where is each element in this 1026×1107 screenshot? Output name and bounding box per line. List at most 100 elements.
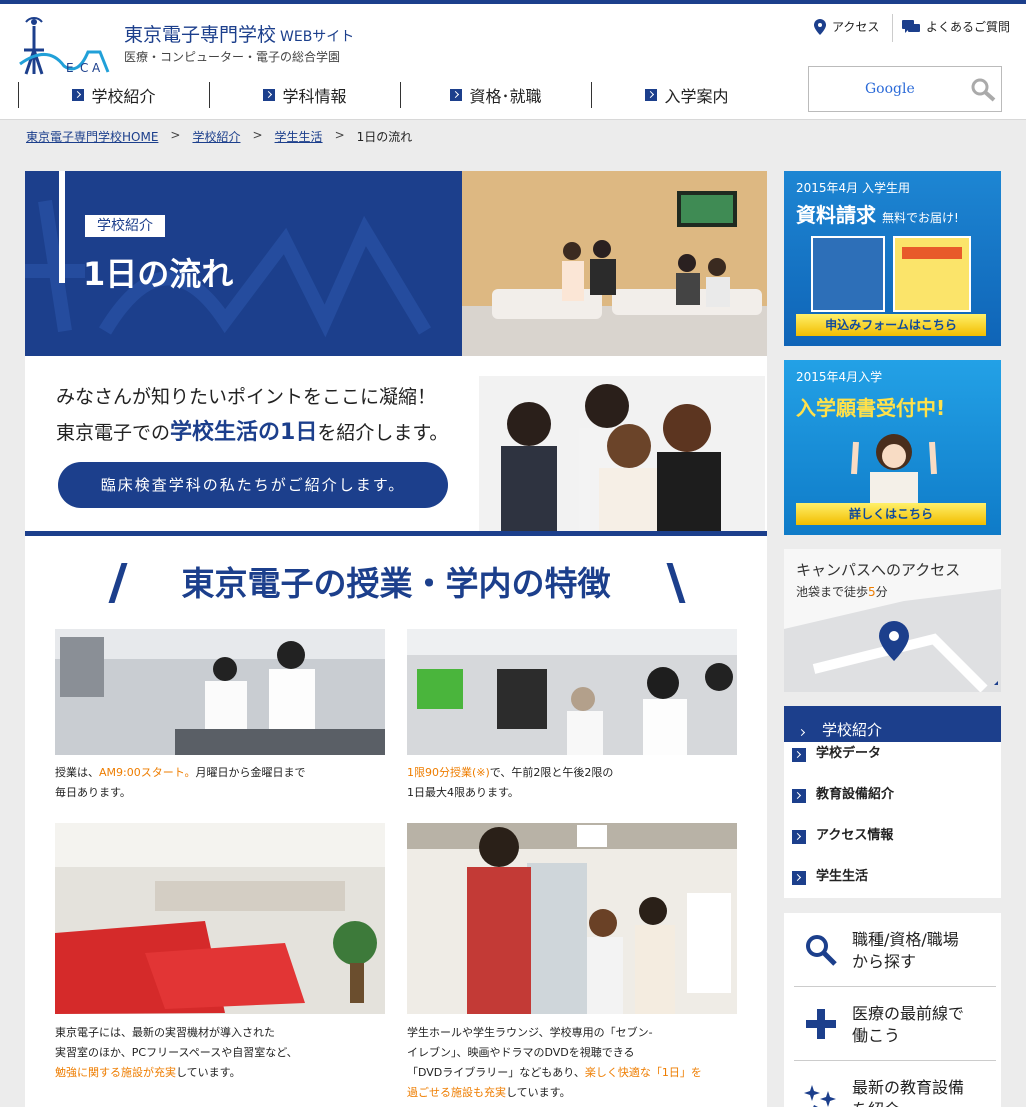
campus-access-card[interactable]: キャンパスへのアクセス 池袋まで徒歩5分 — [784, 549, 1001, 692]
access-link[interactable]: アクセス — [814, 18, 879, 35]
subnav-item-school-data[interactable]: 学校データ — [784, 746, 1001, 786]
caption-line: 過ごせる施設も充実しています。 — [407, 1083, 737, 1103]
subnav-arrow-icon — [796, 726, 810, 740]
quick-link-label: 職種/資格/職場 から探す — [852, 929, 959, 973]
nav-item-admission[interactable]: 入学案内 — [591, 82, 782, 108]
caption-line: 「DVDライブラリー」などもあり、楽しく快適な「1日」を — [407, 1063, 737, 1083]
quick-link-label: 最新の教育設備を紹介 — [852, 1077, 964, 1107]
svg-text:C: C — [80, 61, 88, 75]
subnav-arrow-icon — [792, 789, 806, 803]
campus-sub-num: 5 — [868, 585, 876, 599]
nav-item-school[interactable]: 学校紹介 — [18, 82, 209, 108]
site-tagline: 医療・コンピューター・電子の総合学園 — [124, 50, 341, 64]
search-icon — [806, 935, 837, 966]
brochure-form-button[interactable]: 申込みフォームはこちら — [796, 314, 986, 336]
caption-line: 1限90分授業(※)で、午前2限と午後2限の — [407, 763, 737, 783]
page-title: 1日の流れ — [83, 255, 234, 293]
caption-text: しています。 — [176, 1066, 241, 1079]
quick-link-line: 働こう — [852, 1026, 901, 1045]
breadcrumb-home[interactable]: 東京電子専門学校HOME — [26, 128, 158, 145]
campus-sub-post: 分 — [875, 585, 888, 599]
search-brand: Google — [865, 81, 915, 97]
caption-class-start: 授業は、AM9:00スタート。月曜日から金曜日まで 毎日あります。 — [55, 763, 385, 803]
nav-arrow-icon — [72, 89, 85, 101]
banner-eyebrow: 2015年4月入学 — [796, 370, 883, 384]
hero-banner: 学校紹介 1日の流れ — [25, 171, 767, 356]
breadcrumb-separator: > — [170, 128, 181, 142]
intro-line-2-strong: 学校生活の1日 — [170, 420, 318, 445]
subnav-arrow-icon — [792, 748, 806, 762]
subnav-item-facilities[interactable]: 教育設備紹介 — [784, 787, 1001, 827]
subnav-heading[interactable]: 学校紹介 — [784, 706, 1001, 742]
caption-class-length: 1限90分授業(※)で、午前2限と午後2限の 1日最大4限あります。 — [407, 763, 737, 803]
site-name: 東京電子専門学校 — [124, 24, 277, 46]
faq-label: よくあるご質問 — [926, 20, 1011, 34]
students-photo — [479, 376, 765, 531]
util-divider — [892, 14, 893, 42]
caption-highlight: 勉強に関する施設が充実 — [55, 1066, 176, 1079]
caption-line: 実習室のほか、PCフリースペースや自習室など、 — [55, 1046, 298, 1059]
subnav-item-student-life[interactable]: 学生生活 — [784, 869, 1001, 909]
campus-sub-pre: 池袋まで徒歩 — [796, 585, 869, 599]
site-search[interactable]: Google — [808, 66, 1002, 112]
hero-category-tag: 学校紹介 — [85, 215, 165, 237]
banner-title-sub: 無料でお届け! — [882, 211, 959, 225]
main-content: 学校紹介 1日の流れ みなさんが知りたいポイントをここに凝縮！ 東京電子での学校… — [25, 171, 767, 1107]
quick-link-line: 職種/資格/職場 — [852, 930, 959, 949]
intro-line-2-pre: 東京電子での — [56, 422, 171, 444]
caption-text: 「DVDライブラリー」などもあり、 — [407, 1066, 585, 1079]
breadcrumb-current: 1日の流れ — [356, 130, 413, 144]
sidebar-quick-links: 職種/資格/職場から探す 医療の最前線で働こう 最新の教育設備を紹介 — [784, 913, 1001, 1107]
caption-line: 毎日あります。 — [55, 786, 131, 799]
caption-text: しています。 — [506, 1086, 571, 1099]
caption-line: 1日最大4限あります。 — [407, 786, 519, 799]
plus-icon — [806, 1009, 836, 1039]
quick-link-line: を紹介 — [852, 1099, 964, 1107]
logo-mark-icon: E C A — [19, 17, 110, 75]
nav-arrow-icon — [645, 89, 658, 101]
lounge-photo — [462, 171, 767, 356]
class-photo — [55, 629, 385, 755]
brochure-request-banner[interactable]: 2015年4月 入学生用 資料請求 無料でお届け! 申込みフォームはこちら — [784, 171, 1001, 346]
breadcrumb: 東京電子専門学校HOME > 学校紹介 > 学生生活 > 1日の流れ — [26, 128, 412, 145]
sidebar-subnav: 学校紹介 学校データ 教育設備紹介 アクセス情報 学生生活 — [784, 706, 1001, 898]
application-details-button[interactable]: 詳しくはこちら — [796, 503, 986, 525]
nav-item-departments[interactable]: 学科情報 — [209, 82, 400, 108]
nav-label: 学校紹介 — [91, 87, 156, 106]
nav-label: 入学案内 — [664, 87, 729, 106]
caption-line: 授業は、AM9:00スタート。月曜日から金曜日まで — [55, 763, 385, 783]
brochure-image — [811, 236, 971, 312]
nav-label: 学科情報 — [282, 87, 347, 106]
subnav-arrow-icon — [792, 871, 806, 885]
banner-eyebrow: 2015年4月 入学生用 — [796, 181, 910, 195]
nav-label: 資格･就職 — [469, 87, 542, 106]
application-banner[interactable]: 2015年4月入学 入学願書受付中! 詳しくはこちら — [784, 360, 1001, 535]
site-title[interactable]: 東京電子専門学校 WEBサイト — [124, 20, 354, 47]
subnav-item-label: アクセス情報 — [816, 828, 894, 843]
banner-title: 入学願書受付中! — [796, 396, 946, 420]
nav-arrow-icon — [450, 89, 463, 101]
hero-accent-bar — [59, 171, 65, 283]
site-name-sub: WEBサイト — [280, 29, 355, 45]
caption-highlight: 過ごせる施設も充実 — [407, 1086, 506, 1099]
quick-link-search-jobs[interactable]: 職種/資格/職場 から探す — [794, 915, 996, 987]
quick-link-medical-frontline[interactable]: 医療の最前線で 働こう — [794, 989, 996, 1061]
caption-highlight: 1限90分授業(※) — [407, 766, 490, 779]
caption-line: 勉強に関する施設が充実しています。 — [55, 1063, 385, 1083]
caption-student-life: 学生ホールや学生ラウンジ、学校専用の「セブン- イレブン」、映画やドラマのDVD… — [407, 1023, 737, 1103]
caption-text: で、午前2限と午後2限の — [489, 766, 614, 779]
breadcrumb-school[interactable]: 学校紹介 — [192, 128, 240, 145]
faq-link[interactable]: よくあるご質問 — [902, 18, 1010, 35]
quick-link-line: 医療の最前線で — [852, 1004, 965, 1023]
sparkle-icon — [804, 1085, 836, 1107]
college-logo[interactable]: E C A — [18, 14, 116, 80]
caption-line: イレブン」、映画やドラマのDVDを視聴できる — [407, 1046, 635, 1059]
access-label: アクセス — [832, 20, 880, 34]
search-icon[interactable] — [969, 77, 997, 103]
breadcrumb-student-life[interactable]: 学生生活 — [275, 128, 323, 145]
intro-line-2: 東京電子での学校生活の1日を紹介します。 — [56, 414, 448, 446]
quick-link-latest-equipment[interactable]: 最新の教育設備を紹介 — [794, 1063, 996, 1107]
subnav-item-access[interactable]: アクセス情報 — [784, 828, 1001, 868]
campus-access-title: キャンパスへのアクセス — [796, 561, 961, 579]
nav-item-careers[interactable]: 資格･就職 — [400, 82, 591, 108]
